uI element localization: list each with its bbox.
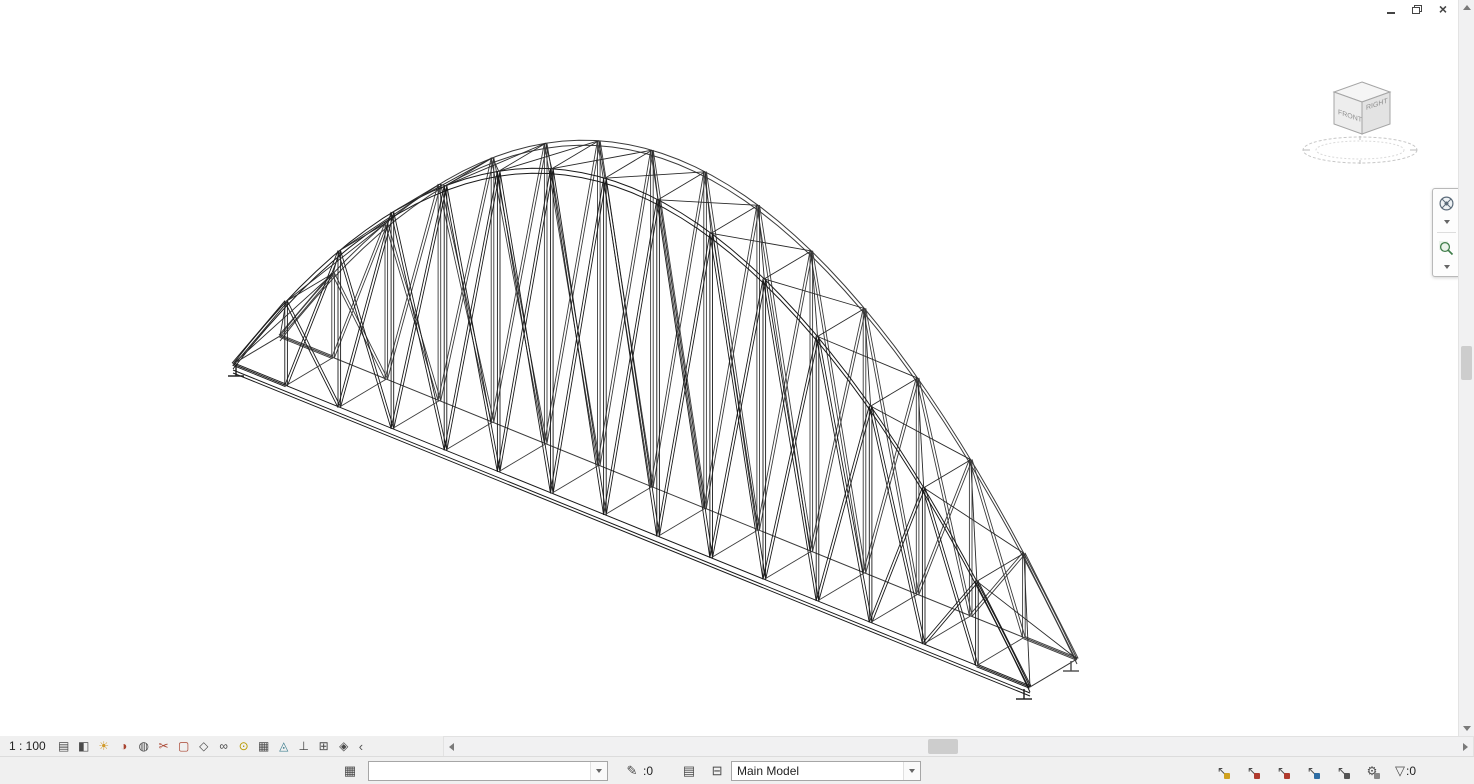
toggle-accent-dot — [1254, 773, 1260, 779]
steering-wheel-icon — [1438, 195, 1455, 212]
zoom-options-chevron[interactable] — [1433, 262, 1460, 272]
viewcube-compass-inner-ring — [1316, 141, 1404, 159]
view-control-row: 1 : 100 ▤◧☀◑◍✂▢◇∞⊙▦◬⊥⊞◈ ‹ — [0, 736, 1474, 756]
navigation-bar — [1432, 188, 1461, 277]
vertical-scrollbar[interactable] — [1458, 0, 1474, 736]
vertical-scrollbar-thumb[interactable] — [1461, 346, 1472, 380]
minimize-icon — [1387, 12, 1395, 14]
filter-icon[interactable]: ▽ — [1395, 763, 1405, 779]
collapse-view-bar-button[interactable]: ‹ — [359, 739, 363, 754]
scroll-right-button[interactable] — [1458, 737, 1473, 756]
viewcube[interactable]: FRONT RIGHT — [1294, 74, 1428, 176]
toggle-accent-dot — [1284, 773, 1290, 779]
unlocked-3d-view-icon[interactable]: ◇ — [195, 737, 213, 755]
show-rendering-dialog-icon[interactable]: ◍ — [135, 737, 153, 755]
scroll-down-button[interactable] — [1459, 721, 1474, 736]
wheel-options-chevron[interactable] — [1433, 217, 1460, 227]
close-button[interactable]: × — [1434, 2, 1452, 16]
editing-requests-count: :0 — [643, 764, 653, 778]
arrow-left-icon — [449, 743, 454, 751]
status-bar: ▦ ✎ :0 ▤ ⊟ Main Model ↖ ↖ ↖ — [0, 756, 1474, 784]
visual-style-icon[interactable]: ◧ — [75, 737, 93, 755]
active-design-option-value: Main Model — [732, 764, 903, 778]
show-constraints-icon[interactable]: ⊥ — [295, 737, 313, 755]
selection-toggles: ↖ ↖ ↖ ↖ ↖ ⚙ — [1213, 762, 1381, 780]
scroll-up-button[interactable] — [1459, 0, 1474, 15]
view-window-controls: × — [1382, 2, 1452, 16]
arrow-up-icon — [1463, 5, 1471, 10]
chevron-down-icon — [596, 769, 602, 773]
hide-analytical-model-icon[interactable]: ◬ — [275, 737, 293, 755]
bridge-truss-wireframe — [0, 0, 1474, 736]
minimize-button[interactable] — [1382, 2, 1400, 16]
view-control-bar: 1 : 100 ▤◧☀◑◍✂▢◇∞⊙▦◬⊥⊞◈ ‹ — [0, 736, 443, 756]
active-workset-dropdown[interactable] — [368, 761, 608, 781]
arrow-right-icon — [1463, 743, 1468, 751]
toggle-accent-dot — [1344, 773, 1350, 779]
navbar-divider — [1437, 232, 1456, 233]
shadows-icon[interactable]: ◑ — [115, 737, 133, 755]
temporary-view-properties-icon[interactable]: ▦ — [255, 737, 273, 755]
worksets-icon[interactable]: ▦ — [340, 762, 360, 780]
revit-app-window: × FRONT RIGHT — [0, 0, 1474, 784]
detail-level-icon[interactable]: ▤ — [55, 737, 73, 755]
active-design-option-dropdown[interactable]: Main Model — [731, 761, 921, 781]
reveal-hidden-elements-icon[interactable]: ⊙ — [235, 737, 253, 755]
close-icon: × — [1439, 3, 1447, 15]
horizontal-scrollbar-thumb[interactable] — [928, 739, 958, 754]
view-control-bar-icons: ▤◧☀◑◍✂▢◇∞⊙▦◬⊥⊞◈ — [55, 737, 353, 755]
toggle-accent-dot — [1374, 773, 1380, 779]
chevron-down-icon — [1444, 265, 1450, 269]
chevron-down-icon — [909, 769, 915, 773]
viewcube-cube[interactable]: FRONT RIGHT — [1334, 82, 1390, 134]
arrow-down-icon — [1463, 726, 1471, 731]
temporary-hide-isolate-icon[interactable]: ∞ — [215, 737, 233, 755]
active-workset-chevron[interactable] — [590, 762, 607, 780]
chevron-down-icon — [1444, 220, 1450, 224]
full-navigation-wheel-button[interactable] — [1436, 193, 1457, 214]
toggle-accent-dot — [1224, 773, 1230, 779]
restore-button[interactable] — [1408, 2, 1426, 16]
filter-count: :0 — [1406, 764, 1416, 778]
editing-requests-icon[interactable]: ✎ — [622, 762, 642, 780]
drag-on-selection-toggle[interactable]: ↖ — [1333, 762, 1351, 780]
zoom-button[interactable] — [1436, 238, 1457, 259]
select-pinned-toggle[interactable]: ↖ — [1273, 762, 1291, 780]
design-option-chevron[interactable] — [903, 762, 920, 780]
drawing-canvas[interactable]: × FRONT RIGHT — [0, 0, 1474, 736]
scroll-left-button[interactable] — [444, 737, 459, 756]
crop-view-icon[interactable]: ✂ — [155, 737, 173, 755]
select-underlay-toggle[interactable]: ↖ — [1243, 762, 1261, 780]
horizontal-scrollbar[interactable] — [443, 736, 1474, 756]
select-by-face-toggle[interactable]: ↖ — [1303, 762, 1321, 780]
filter-group: ▽ :0 — [1395, 763, 1474, 779]
zoom-magnifier-icon — [1438, 240, 1455, 257]
show-crop-region-icon[interactable]: ▢ — [175, 737, 193, 755]
sun-path-icon[interactable]: ☀ — [95, 737, 113, 755]
exclude-options-icon[interactable]: ⊟ — [707, 762, 727, 780]
design-options-icon[interactable]: ▤ — [679, 762, 699, 780]
displacement-sets-icon[interactable]: ◈ — [335, 737, 353, 755]
background-processes-toggle[interactable]: ⚙ — [1363, 762, 1381, 780]
viewcube-compass-ring[interactable] — [1303, 137, 1417, 163]
view-scale-button[interactable]: 1 : 100 — [9, 739, 46, 753]
worksharing-display-icon[interactable]: ⊞ — [315, 737, 333, 755]
select-links-toggle[interactable]: ↖ — [1213, 762, 1231, 780]
toggle-accent-dot — [1314, 773, 1320, 779]
restore-icon — [1412, 5, 1422, 14]
